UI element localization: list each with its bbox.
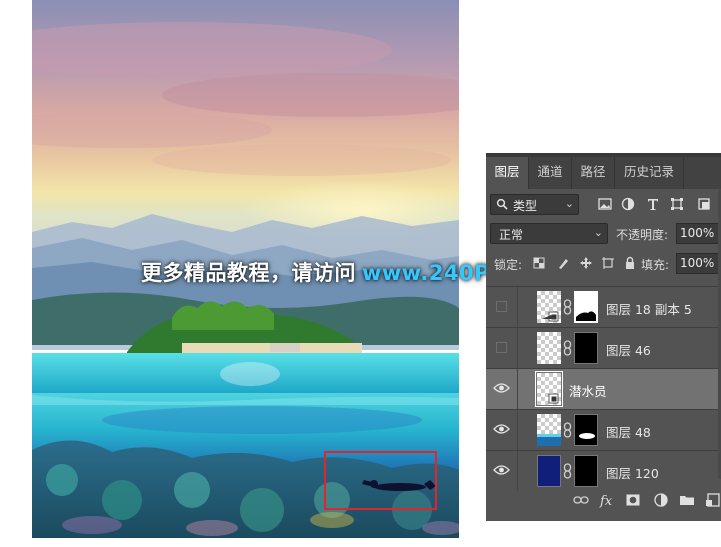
mask-icon[interactable] [625, 492, 641, 508]
layer-mask-thumbnail[interactable] [574, 332, 598, 364]
layer-mask-thumbnail[interactable] [574, 414, 598, 446]
fill-input[interactable]: 100% [676, 253, 721, 274]
smart-object-badge-icon [548, 393, 559, 404]
folder-icon[interactable] [679, 492, 695, 508]
new-layer-icon[interactable] [705, 492, 721, 508]
eye-icon [493, 465, 510, 475]
layer-name: 图层 48 [606, 425, 651, 440]
eye-icon [493, 424, 510, 434]
link-chain-icon[interactable] [563, 422, 572, 438]
lock-label: 锁定: [494, 258, 523, 272]
adjustment-filter-icon[interactable] [620, 196, 636, 212]
svg-text:fx: fx [599, 494, 613, 508]
fx-icon[interactable]: fx [599, 492, 615, 508]
layer-filter-select[interactable]: 类型 ⌄ [490, 194, 579, 215]
diver-highlight-box [324, 451, 437, 510]
chevron-down-icon: ⌄ [564, 197, 574, 210]
layer-name: 图层 18 副本 5 [606, 302, 692, 317]
watermark-chinese: 更多精品教程，请访问 [141, 261, 356, 285]
lock-image-icon[interactable] [556, 256, 570, 270]
lock-pixels-icon[interactable] [532, 256, 546, 270]
visibility-toggle[interactable] [486, 287, 518, 327]
visibility-toggle[interactable] [486, 328, 518, 368]
layer-name: 潜水员 [569, 384, 607, 399]
search-icon [496, 198, 508, 210]
smart-object-filter-icon[interactable] [696, 196, 712, 212]
chevron-down-icon: ⌄ [593, 226, 603, 239]
layers-panel: 图层 通道 路径 历史记录 类型 ⌄ 正常 ⌄ 不透明度: 100% 锁定: 填… [486, 153, 721, 521]
mask-shape [576, 311, 596, 321]
layer-thumbnail [537, 414, 561, 446]
opacity-input[interactable]: 100% [676, 223, 721, 244]
layer-thumbnail [537, 332, 561, 364]
link-icon[interactable] [573, 492, 589, 508]
lock-position-icon[interactable] [579, 256, 593, 270]
tab-paths[interactable]: 路径 [572, 157, 615, 189]
layer-thumbnail [537, 291, 561, 323]
tab-history[interactable]: 历史记录 [615, 157, 684, 189]
panel-tabs: 图层 通道 路径 历史记录 [486, 157, 721, 189]
layer-row[interactable]: 图层 46 [486, 327, 721, 368]
layer-mask-thumbnail[interactable] [574, 291, 598, 323]
hidden-visibility-box [496, 342, 507, 353]
layer-row-selected[interactable]: 潜水员 [486, 368, 721, 409]
layer-thumbnail [535, 371, 563, 407]
layers-bottom-bar: fx [486, 481, 721, 521]
layer-row[interactable]: 图层 48 [486, 409, 721, 450]
sea-thumbnail [537, 434, 561, 446]
image-filter-icon[interactable] [597, 196, 613, 212]
link-chain-icon[interactable] [563, 463, 572, 479]
filter-label: 类型 [513, 199, 538, 213]
blend-mode-select[interactable]: 正常 ⌄ [490, 223, 608, 244]
layer-row[interactable]: 图层 18 副本 5 [486, 286, 721, 327]
link-chain-icon[interactable] [563, 340, 572, 356]
eye-icon [493, 383, 510, 393]
visibility-toggle[interactable] [486, 369, 518, 409]
lock-artboard-icon[interactable] [601, 256, 615, 270]
mask-shape [579, 433, 595, 439]
adjustment-icon[interactable] [653, 492, 669, 508]
tab-channels[interactable]: 通道 [529, 157, 572, 189]
lock-all-icon[interactable] [623, 256, 637, 270]
link-chain-icon[interactable] [563, 299, 572, 315]
layer-name: 图层 120 [606, 466, 659, 481]
layer-name: 图层 46 [606, 343, 651, 358]
type-filter-icon[interactable] [645, 196, 661, 212]
tab-layers[interactable]: 图层 [486, 157, 529, 189]
layers-list: 图层 18 副本 5 图层 46 潜水员 图层 48 图层 120 [486, 286, 721, 491]
fill-label: 填充: [641, 258, 670, 272]
shape-filter-icon[interactable] [669, 196, 685, 212]
hidden-visibility-box [496, 301, 507, 312]
smart-object-badge-icon [542, 311, 559, 322]
opacity-label: 不透明度: [616, 228, 669, 242]
canvas-edge [32, 538, 459, 547]
blend-mode-label: 正常 [499, 228, 524, 242]
visibility-toggle[interactable] [486, 410, 518, 450]
